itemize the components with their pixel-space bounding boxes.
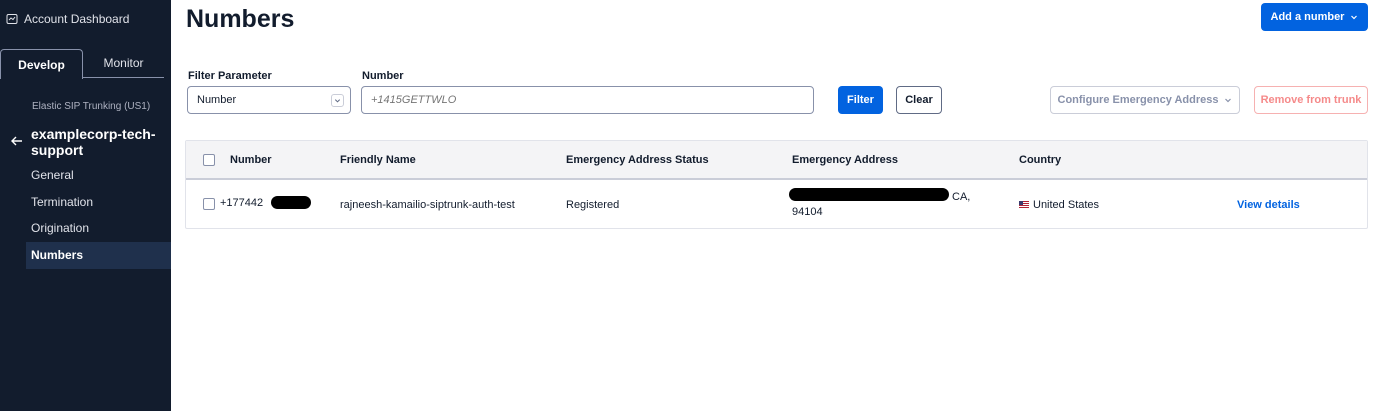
row-address-line1: CA, [952,191,971,203]
filter-parameter-value: Number [197,94,237,106]
redaction-mark [789,188,949,201]
tab-develop[interactable]: Develop [0,49,83,79]
filter-button[interactable]: Filter [838,86,883,114]
view-details-link[interactable]: View details [1237,199,1300,211]
sidebar-item-numbers[interactable]: Numbers [26,242,171,269]
row-address-line2: 94104 [792,206,823,218]
page-title: Numbers [186,5,295,33]
chevron-down-icon [1225,98,1232,103]
column-friendly-name[interactable]: Friendly Name [340,154,416,166]
tab-monitor[interactable]: Monitor [83,48,164,77]
filter-parameter-label: Filter Parameter [188,70,272,82]
chevron-down-icon [331,94,344,107]
configure-emergency-address-button[interactable]: Configure Emergency Address [1050,86,1240,114]
row-checkbox[interactable] [203,198,215,210]
remove-from-trunk-button[interactable]: Remove from trunk [1254,86,1368,114]
row-friendly-name: rajneesh-kamailio-siptrunk-auth-test [340,199,515,211]
sidebar-item-termination[interactable]: Termination [26,189,171,216]
account-dashboard-label: Account Dashboard [24,12,130,26]
column-country[interactable]: Country [1019,154,1061,166]
sidebar-item-general[interactable]: General [26,162,171,189]
number-label: Number [362,70,404,82]
sidebar: Account Dashboard Develop Monitor Elasti… [0,0,171,411]
us-flag-icon [1019,201,1029,208]
dashboard-icon [6,14,18,24]
column-emergency-address-status[interactable]: Emergency Address Status [566,154,709,166]
table-header: Number Friendly Name Emergency Address S… [186,141,1367,180]
select-all-checkbox[interactable] [203,154,215,166]
breadcrumb[interactable]: Elastic SIP Trunking (US1) [32,101,150,112]
number-input[interactable] [361,86,814,114]
row-status: Registered [566,199,620,211]
filter-parameter-select[interactable]: Number [187,86,351,114]
numbers-table: Number Friendly Name Emergency Address S… [185,140,1368,229]
add-number-label: Add a number [1270,11,1345,23]
add-number-button[interactable]: Add a number [1261,3,1368,31]
account-dashboard-link[interactable]: Account Dashboard [6,12,129,26]
sidebar-item-origination[interactable]: Origination [26,215,171,242]
row-country: United States [1019,199,1099,211]
back-arrow-icon[interactable] [10,134,24,148]
chevron-down-icon [1351,15,1358,20]
redaction-mark [271,196,311,209]
sidebar-tabs: Develop Monitor [0,48,164,79]
column-emergency-address[interactable]: Emergency Address [792,154,898,166]
project-name: examplecorp-tech-support [31,126,156,158]
row-number[interactable]: +177442 [220,197,263,209]
configure-emergency-address-label: Configure Emergency Address [1057,94,1219,106]
row-country-label: United States [1033,199,1100,211]
clear-button[interactable]: Clear [896,86,942,114]
column-number[interactable]: Number [230,154,272,166]
sidebar-nav: General Termination Origination Numbers [26,162,171,269]
